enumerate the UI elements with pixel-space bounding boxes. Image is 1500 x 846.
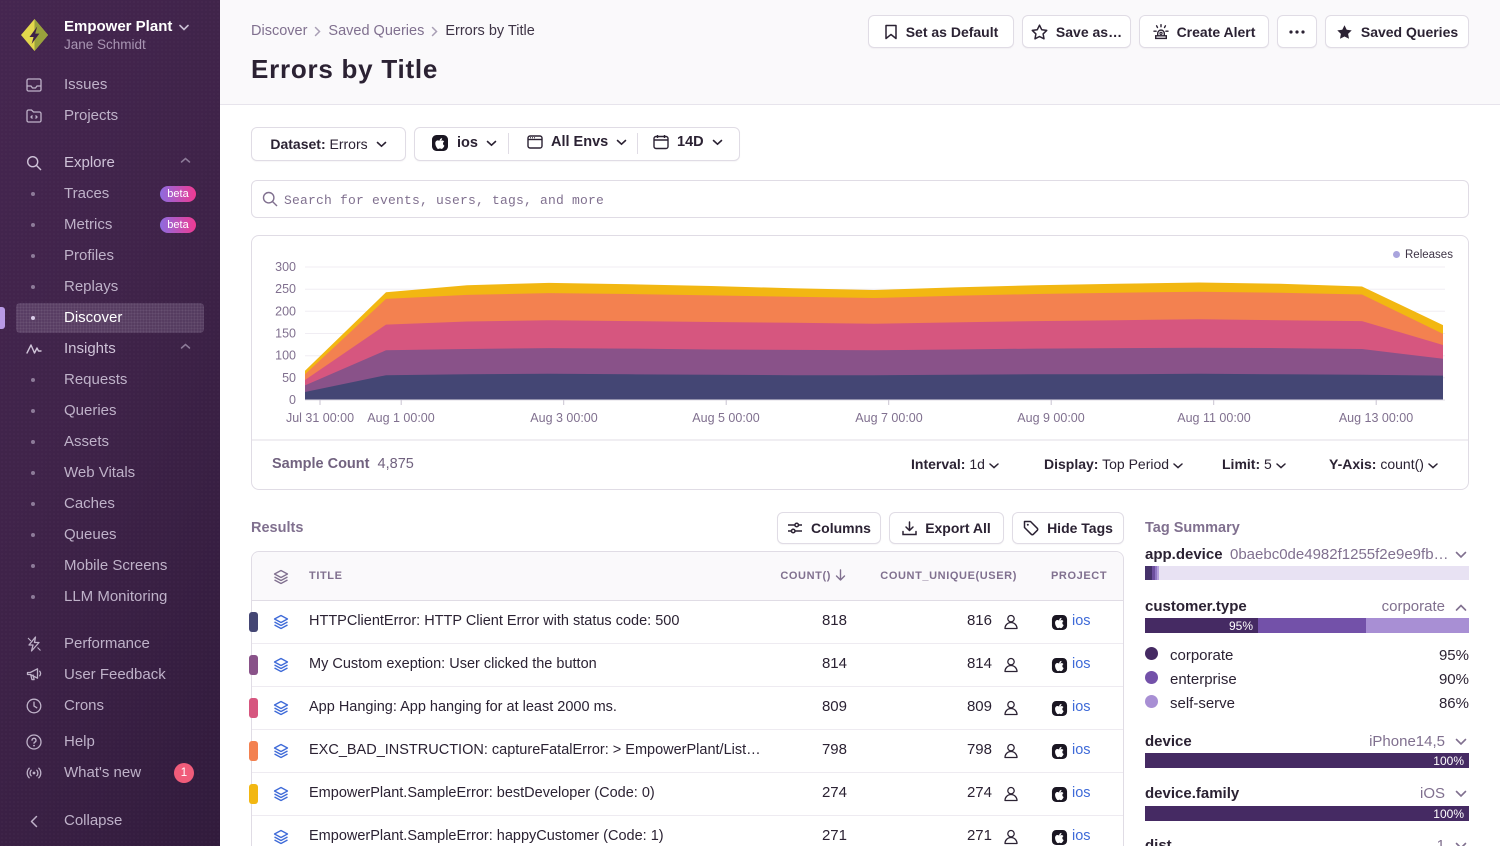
svg-text:50: 50 [282,371,296,385]
svg-text:150: 150 [275,327,296,341]
svg-text:Aug 3 00:00: Aug 3 00:00 [530,411,597,425]
svg-text:Aug 13 00:00: Aug 13 00:00 [1339,411,1413,425]
svg-text:Aug 7 00:00: Aug 7 00:00 [855,411,922,425]
svg-text:250: 250 [275,282,296,296]
svg-text:Jul 31 00:00: Jul 31 00:00 [286,411,354,425]
svg-text:0: 0 [289,393,296,407]
svg-text:Aug 1 00:00: Aug 1 00:00 [367,411,434,425]
svg-text:Aug 5 00:00: Aug 5 00:00 [692,411,759,425]
svg-text:Aug 11 00:00: Aug 11 00:00 [1177,411,1250,425]
svg-text:300: 300 [275,260,296,274]
svg-text:100: 100 [275,349,296,363]
svg-text:Aug 9 00:00: Aug 9 00:00 [1017,411,1084,425]
svg-text:200: 200 [275,304,296,318]
